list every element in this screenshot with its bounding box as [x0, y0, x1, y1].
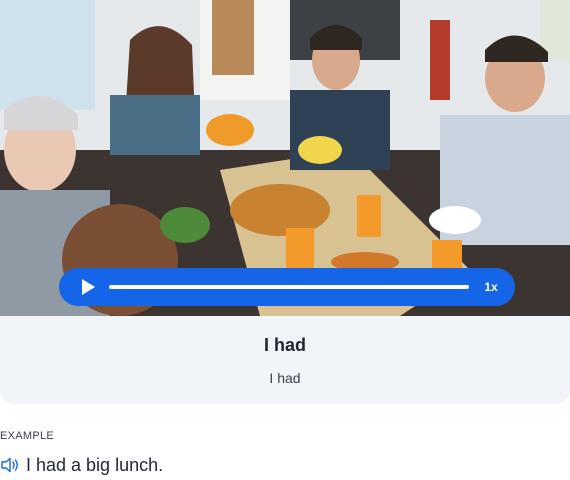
- example-row: I had a big lunch.: [0, 453, 163, 477]
- example-label: EXAMPLE: [0, 430, 55, 442]
- flashcard: I had I had: [0, 316, 570, 404]
- play-icon[interactable]: [79, 278, 97, 296]
- playback-speed-button[interactable]: 1x: [476, 279, 506, 295]
- flashcard-word: I had: [263, 335, 306, 355]
- audio-player: 1x: [59, 268, 515, 306]
- speaker-icon[interactable]: [0, 457, 20, 473]
- example-sentence: I had a big lunch.: [26, 454, 164, 475]
- flashcard-translation: I had: [269, 370, 301, 386]
- audio-progress-track[interactable]: [109, 285, 469, 289]
